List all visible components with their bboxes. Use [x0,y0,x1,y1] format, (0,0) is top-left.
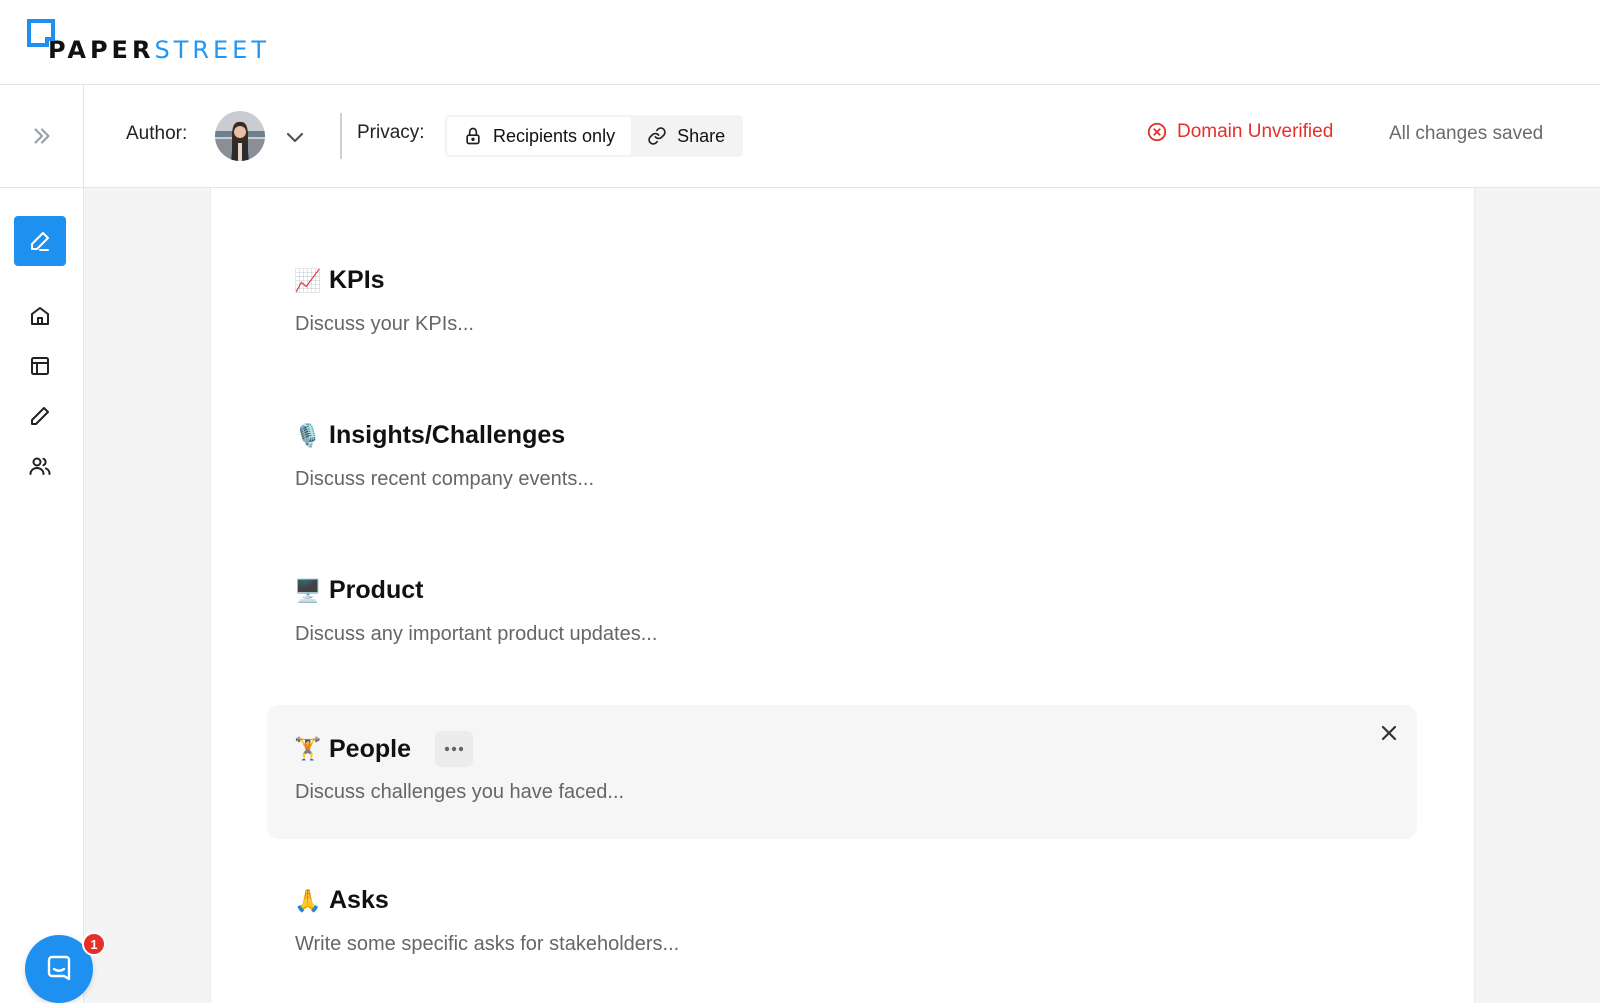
lock-icon [466,127,480,145]
remove-section-button[interactable] [1377,721,1401,745]
privacy-recipients-only-button[interactable]: Recipients only [447,117,632,155]
home-icon [31,307,49,325]
share-label: Share [677,125,726,146]
section-description[interactable]: Discuss challenges you have faced... [295,781,1389,804]
sidebar-item-templates[interactable] [24,350,56,382]
section-title: 📈 KPIs [294,266,1389,295]
sidebar-item-contacts[interactable] [24,450,56,482]
privacy-recipients-only-label: Recipients only [493,125,616,146]
section-more-options-button[interactable] [434,731,473,767]
layout-icon [31,357,49,375]
x-circle-icon [1147,122,1167,142]
save-status: All changes saved [1389,123,1544,144]
section-title-text: Asks [329,886,389,914]
chevrons-right-icon [33,128,50,144]
chat-icon [47,955,71,981]
chevron-down-icon[interactable] [283,125,307,149]
section-asks[interactable]: 🙏 Asks Write some specific asks for stak… [267,886,1417,956]
section-title-text: Product [329,576,424,604]
sidebar-item-drafts[interactable] [24,400,56,432]
toolbar-divider [340,113,342,159]
section-product[interactable]: 🖥️ Product Discuss any important product… [267,576,1417,646]
domain-unverified-status[interactable]: Domain Unverified [1146,121,1333,143]
document-toolbar: Author: Privacy: Recipients only Share D… [0,85,1600,188]
paperstreet-logo[interactable]: PAPERSTREET [26,18,270,62]
privacy-label: Privacy: [357,122,425,143]
microphone-icon: 🎙️ [294,422,322,448]
section-title: 🖥️ Product [294,576,1389,605]
logo-word-street: STREET [154,36,270,64]
privacy-toggle-group: Recipients only Share [445,115,744,157]
close-icon [1381,725,1397,741]
section-title-text: People [329,734,411,763]
section-description[interactable]: Write some specific asks for stakeholder… [295,933,1389,956]
more-horizontal-icon [444,746,464,752]
section-people[interactable]: 🏋️ People Discuss challenges you have fa… [267,705,1417,839]
left-sidebar [0,188,84,1003]
section-title-text: Insights/Challenges [329,421,566,449]
section-title: 🙏 Asks [294,886,1389,915]
link-icon [648,127,666,145]
users-icon [29,457,51,475]
top-bar: PAPERSTREET [0,0,1600,85]
chat-notification-badge: 1 [82,932,106,956]
weight-lifter-icon: 🏋️ [294,736,322,761]
sidebar-item-edit[interactable] [14,216,66,266]
sidebar-item-home[interactable] [24,300,56,332]
section-title: 🏋️ People [294,731,1389,767]
editor-canvas: 📈 KPIs Discuss your KPIs... 🎙️ Insights/… [84,188,1600,1003]
logo-wordmark: PAPERSTREET [48,38,270,62]
section-title-text: KPIs [329,266,385,294]
expand-sidebar-button[interactable] [0,85,84,187]
author-label: Author: [126,123,188,144]
section-kpis[interactable]: 📈 KPIs Discuss your KPIs... [267,266,1417,336]
section-description[interactable]: Discuss your KPIs... [295,313,1389,336]
author-avatar[interactable] [215,111,265,161]
pen-icon [31,232,49,251]
document-page: 📈 KPIs Discuss your KPIs... 🎙️ Insights/… [210,188,1475,1003]
pencil-icon [31,407,49,425]
desktop-computer-icon: 🖥️ [294,577,322,603]
section-description[interactable]: Discuss recent company events... [295,468,1389,491]
section-description[interactable]: Discuss any important product updates... [295,623,1389,646]
domain-status-text: Domain Unverified [1177,121,1334,142]
logo-word-paper: PAPER [48,36,155,64]
avatar-photo-icon [215,111,265,161]
logo-mark-icon [27,19,55,47]
section-insights-challenges[interactable]: 🎙️ Insights/Challenges Discuss recent co… [267,421,1417,491]
share-button[interactable]: Share [631,117,741,155]
section-title: 🎙️ Insights/Challenges [294,421,1389,450]
folded-hands-icon: 🙏 [294,887,322,913]
chart-increasing-icon: 📈 [294,267,322,293]
